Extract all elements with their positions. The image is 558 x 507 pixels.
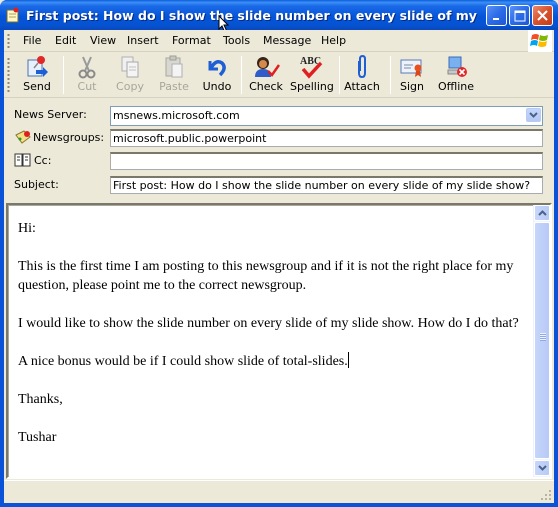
- thumb-grip: [540, 333, 546, 341]
- check-label: Check: [249, 80, 283, 93]
- resize-grip-icon[interactable]: [540, 489, 552, 501]
- toolbar-separator: [390, 56, 391, 94]
- message-body-text[interactable]: Hi: This is the first time I am posting …: [18, 219, 533, 466]
- minimize-icon: [492, 17, 499, 20]
- message-paragraph: This is the first time I am posting to t…: [18, 259, 514, 293]
- undo-label: Undo: [202, 80, 232, 93]
- paste-icon: [165, 55, 183, 78]
- text-caret: [347, 352, 349, 368]
- message-paragraph-with-caret: A nice bonus would be if I could show sl…: [18, 352, 533, 371]
- subject-label: Subject:: [14, 178, 59, 191]
- cut-label: Cut: [77, 80, 97, 93]
- offline-label: Offline: [437, 80, 475, 93]
- close-icon: [537, 10, 548, 21]
- paperclip-icon: [358, 55, 366, 79]
- menu-insert[interactable]: Insert: [127, 34, 159, 47]
- copy-icon: [121, 56, 139, 78]
- send-button[interactable]: Send: [18, 55, 56, 97]
- menubar-grip[interactable]: [7, 33, 10, 49]
- windows-logo: [528, 30, 552, 52]
- chevron-down-icon: [529, 112, 538, 118]
- status-bar: [4, 480, 554, 503]
- menu-bar: File Edit View Insert Format Tools Messa…: [4, 30, 554, 52]
- windows-flag-icon: [530, 34, 548, 47]
- offline-icon: [447, 56, 467, 77]
- toolbar-grip[interactable]: [7, 57, 10, 93]
- newsgroups-field[interactable]: microsoft.public.powerpoint: [110, 129, 543, 147]
- undo-button[interactable]: Undo: [200, 55, 234, 97]
- message-paragraph: Thanks,: [18, 392, 63, 407]
- message-paragraph: Hi:: [18, 221, 36, 236]
- newsgroups-icon[interactable]: [14, 129, 32, 145]
- certificate-icon: [400, 59, 422, 77]
- spelling-button[interactable]: ABC Spelling: [290, 55, 334, 97]
- toolbar-separator: [339, 56, 340, 94]
- copy-button[interactable]: Copy: [112, 55, 148, 97]
- spelling-icon: ABC: [300, 56, 323, 79]
- newsgroups-value: microsoft.public.powerpoint: [113, 132, 267, 145]
- newsgroups-label: Newsgroups:: [33, 131, 105, 144]
- paste-label: Paste: [159, 80, 189, 93]
- news-server-dropdown-button[interactable]: [526, 108, 541, 122]
- cc-field[interactable]: [110, 152, 543, 170]
- toolbar: Send Cut Copy Paste Undo Check ABC Spell…: [4, 52, 554, 98]
- vertical-scrollbar[interactable]: [533, 205, 550, 477]
- subject-field[interactable]: First post: How do I show the slide numb…: [110, 176, 543, 194]
- sign-button[interactable]: Sign: [396, 55, 428, 97]
- spelling-label: Spelling: [290, 80, 334, 93]
- paste-button[interactable]: Paste: [156, 55, 192, 97]
- sign-label: Sign: [400, 80, 424, 93]
- menu-help[interactable]: Help: [321, 34, 346, 47]
- menu-message[interactable]: Message: [263, 34, 311, 47]
- title-bar[interactable]: First post: How do I show the slide numb…: [0, 0, 558, 33]
- message-paragraph: Tushar: [18, 430, 57, 445]
- scissors-icon: [78, 56, 96, 79]
- send-icon: [27, 56, 48, 77]
- window-title: First post: How do I show the slide numb…: [26, 8, 481, 23]
- toolbar-separator: [241, 56, 242, 94]
- message-body-editor[interactable]: Hi: This is the first time I am posting …: [6, 203, 552, 479]
- window-client-area: File Edit View Insert Format Tools Messa…: [4, 30, 554, 503]
- toolbar-separator: [63, 56, 64, 94]
- scroll-up-button[interactable]: [534, 205, 550, 221]
- minimize-button[interactable]: [486, 5, 507, 26]
- copy-label: Copy: [116, 80, 144, 93]
- news-server-value: msnews.microsoft.com: [113, 109, 240, 122]
- maximize-button[interactable]: [509, 5, 530, 26]
- attach-label: Attach: [344, 80, 380, 93]
- close-button[interactable]: [532, 5, 553, 26]
- address-book-icon[interactable]: [14, 153, 32, 167]
- cc-label: Cc:: [34, 154, 52, 167]
- menu-tools[interactable]: Tools: [223, 34, 250, 47]
- menu-edit[interactable]: Edit: [55, 34, 76, 47]
- menu-file[interactable]: File: [23, 34, 41, 47]
- attach-button[interactable]: Attach: [344, 55, 380, 97]
- chevron-down-icon: [537, 465, 547, 471]
- chevron-up-icon: [537, 210, 547, 216]
- undo-icon: [208, 60, 226, 77]
- check-names-icon: [255, 57, 280, 77]
- compose-window: First post: How do I show the slide numb…: [0, 0, 558, 507]
- message-paragraph: I would like to show the slide number on…: [18, 316, 519, 331]
- news-server-dropdown[interactable]: msnews.microsoft.com: [110, 106, 543, 126]
- subject-value: First post: How do I show the slide numb…: [113, 179, 531, 192]
- news-server-label: News Server:: [14, 108, 87, 121]
- menu-view[interactable]: View: [90, 34, 116, 47]
- check-names-button[interactable]: Check: [248, 55, 284, 97]
- message-paragraph: A nice bonus would be if I could show sl…: [18, 354, 348, 369]
- new-message-icon: [6, 7, 19, 23]
- menu-format[interactable]: Format: [172, 34, 211, 47]
- offline-button[interactable]: Offline: [436, 55, 476, 97]
- send-label: Send: [23, 80, 51, 93]
- cut-button[interactable]: Cut: [70, 55, 104, 97]
- scrollbar-thumb[interactable]: [534, 222, 550, 459]
- maximize-icon: [514, 10, 525, 21]
- scroll-down-button[interactable]: [534, 460, 550, 476]
